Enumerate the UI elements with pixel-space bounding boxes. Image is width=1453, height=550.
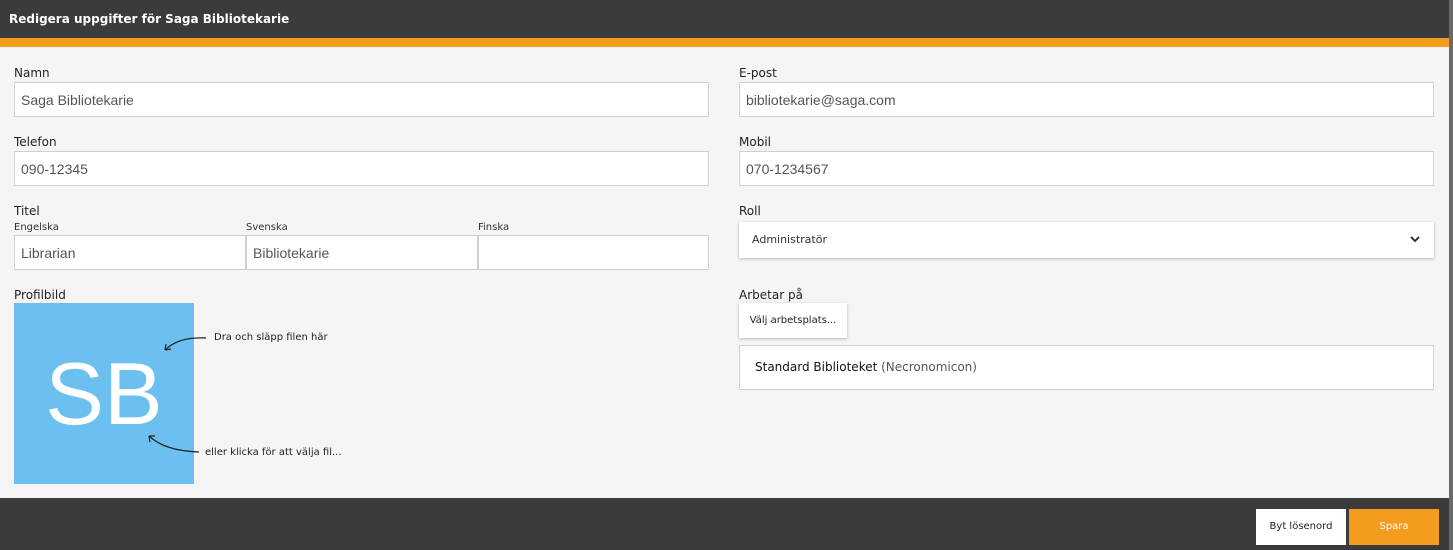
click-arrow-icon (148, 435, 200, 453)
name-input[interactable] (14, 82, 709, 117)
accent-bar (0, 38, 1449, 47)
works-at-label: Arbetar på (739, 288, 803, 302)
title-label: Titel (14, 204, 40, 218)
title-swedish-label: Svenska (246, 222, 288, 233)
workplace-org: (Necronomicon) (881, 360, 977, 374)
drop-hint: Dra och släpp filen här (214, 332, 328, 343)
profile-picture-dropzone[interactable]: SB (14, 303, 194, 484)
title-finnish-label: Finska (478, 222, 510, 233)
edit-user-dialog: Redigera uppgifter för Saga Bibliotekari… (0, 0, 1449, 550)
workplace-item: Standard Biblioteket (Necronomicon) (739, 345, 1434, 390)
save-button[interactable]: Spara (1349, 509, 1439, 545)
title-swedish-input[interactable] (246, 235, 478, 270)
dialog-footer (0, 498, 1449, 550)
workplace-name: Standard Biblioteket (755, 360, 878, 374)
name-label: Namn (14, 66, 50, 80)
change-password-button[interactable]: Byt lösenord (1256, 509, 1346, 545)
email-input[interactable] (739, 82, 1434, 117)
mobile-input[interactable] (739, 151, 1434, 186)
dialog-title: Redigera uppgifter för Saga Bibliotekari… (0, 0, 1449, 38)
profile-picture-label: Profilbild (14, 288, 66, 302)
click-hint: eller klicka för att välja fil... (205, 447, 342, 458)
chevron-down-icon[interactable] (1410, 222, 1420, 272)
mobile-label: Mobil (739, 135, 771, 149)
title-english-input[interactable] (14, 235, 246, 270)
drop-arrow-icon (164, 337, 207, 351)
role-label: Roll (739, 204, 761, 218)
title-english-label: Engelska (14, 222, 59, 233)
role-select-value: Administratör (752, 233, 827, 246)
title-finnish-input[interactable] (478, 235, 709, 270)
scrollbar[interactable] (1449, 0, 1453, 550)
role-select[interactable]: Administratör (739, 222, 1434, 258)
choose-workplace-button[interactable]: Välj arbetsplats... (739, 303, 847, 338)
phone-label: Telefon (14, 135, 57, 149)
phone-input[interactable] (14, 151, 709, 186)
email-label: E-post (739, 66, 777, 80)
